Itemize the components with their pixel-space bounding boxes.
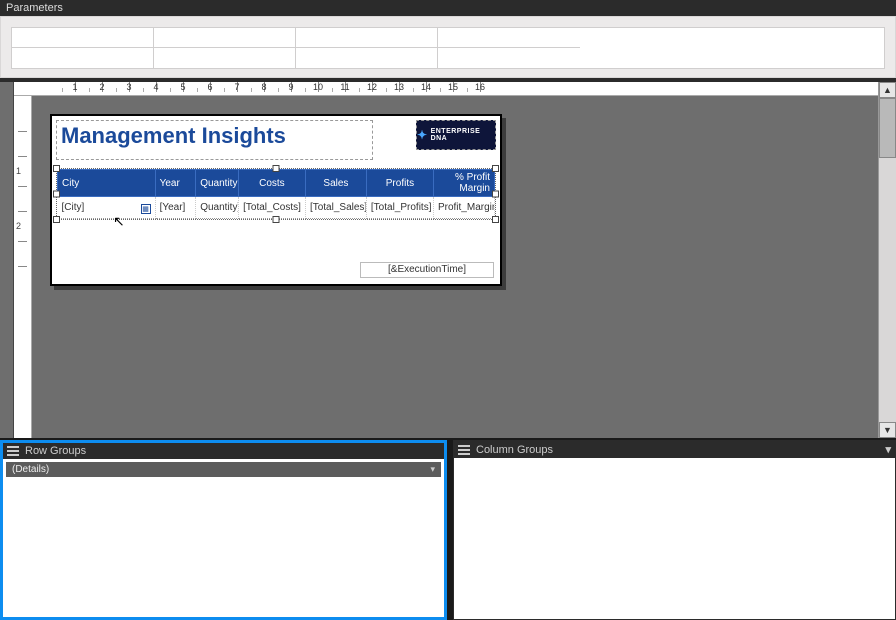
logo-text: ENTERPRISE DNA <box>431 128 495 142</box>
ruler-label: 9 <box>288 82 293 92</box>
resize-handle[interactable] <box>53 216 60 223</box>
ruler-label: 15 <box>448 82 458 92</box>
param-cell[interactable] <box>438 28 580 48</box>
row-groups-header[interactable]: Row Groups <box>3 443 444 459</box>
ruler-label: 6 <box>207 82 212 92</box>
logo-image[interactable]: ✦ ENTERPRISE DNA <box>416 120 496 150</box>
column-groups-header[interactable]: Column Groups ▾ <box>454 441 895 458</box>
parameters-title: Parameters <box>6 2 63 14</box>
ruler-label: 14 <box>421 82 431 92</box>
report-table[interactable]: City Year Quantity Costs Sales Profits %… <box>56 168 496 220</box>
resize-handle[interactable] <box>53 165 60 172</box>
collapse-icon[interactable]: ▾ <box>885 443 891 456</box>
report-body[interactable]: Management Insights ✦ ENTERPRISE DNA <box>50 114 502 286</box>
param-cell[interactable] <box>154 48 296 68</box>
table-cell[interactable]: [City] ▦ <box>58 197 156 219</box>
param-cell[interactable] <box>296 48 438 68</box>
row-groups-icon <box>7 446 19 456</box>
column-groups-icon <box>458 445 470 455</box>
scroll-thumb[interactable] <box>879 98 896 158</box>
ruler-label: 7 <box>234 82 239 92</box>
param-cell[interactable] <box>438 48 580 68</box>
parameters-panel-body <box>0 16 896 78</box>
column-groups-body[interactable] <box>454 458 895 619</box>
group-indicator-icon[interactable]: ▦ <box>141 204 151 214</box>
ruler-label: 3 <box>126 82 131 92</box>
horizontal-ruler: 12345678910111213141516 <box>14 82 878 96</box>
cell-field: [City] <box>62 202 85 213</box>
design-area: 12345678910111213141516 1 2 Management I… <box>0 82 896 438</box>
column-header[interactable]: Year <box>155 170 196 197</box>
ruler-label: 4 <box>153 82 158 92</box>
ruler-label: 10 <box>313 82 323 92</box>
row-groups-body[interactable]: (Details) ▾ <box>3 459 444 617</box>
resize-handle[interactable] <box>273 165 280 172</box>
row-groups-panel[interactable]: Row Groups (Details) ▾ <box>0 440 447 620</box>
resize-handle[interactable] <box>492 216 499 223</box>
param-cell[interactable] <box>12 48 154 68</box>
row-group-item[interactable]: (Details) ▾ <box>6 462 441 477</box>
ruler-label: 1 <box>72 82 77 92</box>
ruler-label: 16 <box>475 82 485 92</box>
param-cell[interactable] <box>154 28 296 48</box>
dropdown-icon[interactable]: ▾ <box>430 464 435 475</box>
scroll-up-button[interactable]: ▲ <box>879 82 896 98</box>
column-header[interactable]: Profits <box>366 170 433 197</box>
column-header[interactable]: Sales <box>305 170 366 197</box>
vertical-ruler: 1 2 <box>14 96 32 438</box>
table-header-row[interactable]: City Year Quantity Costs Sales Profits %… <box>58 170 495 197</box>
resize-handle[interactable] <box>273 216 280 223</box>
table-cell[interactable]: [Total_Sales] <box>305 197 366 219</box>
execution-time-textbox[interactable]: [&ExecutionTime] <box>360 262 494 278</box>
table-cell[interactable]: [Total_Profits] <box>366 197 433 219</box>
column-header[interactable]: Costs <box>238 170 305 197</box>
ruler-label: 8 <box>261 82 266 92</box>
row-groups-title: Row Groups <box>25 445 86 457</box>
resize-handle[interactable] <box>492 191 499 198</box>
scroll-track[interactable] <box>879 98 896 422</box>
resize-handle[interactable] <box>492 165 499 172</box>
ruler-label: 11 <box>340 82 349 92</box>
column-groups-panel[interactable]: Column Groups ▾ <box>453 440 896 620</box>
table-cell[interactable]: [Year] <box>155 197 196 219</box>
scroll-down-button[interactable]: ▼ <box>879 422 896 438</box>
ruler-label: 2 <box>99 82 104 92</box>
row-group-item-label: (Details) <box>12 464 49 475</box>
resize-handle[interactable] <box>53 191 60 198</box>
column-groups-title: Column Groups <box>476 444 553 456</box>
ruler-label: 13 <box>394 82 404 92</box>
table-cell[interactable]: Profit_Margin] <box>433 197 494 219</box>
parameters-grid[interactable] <box>11 27 885 69</box>
report-title-textbox[interactable]: Management Insights <box>56 120 373 160</box>
param-cell[interactable] <box>12 28 154 48</box>
param-cell[interactable] <box>296 28 438 48</box>
logo-glyph-icon: ✦ <box>417 128 428 142</box>
left-gutter <box>0 82 14 438</box>
vertical-scrollbar[interactable]: ▲ ▼ <box>878 82 896 438</box>
design-canvas[interactable]: Management Insights ✦ ENTERPRISE DNA <box>32 96 878 438</box>
parameters-panel-header[interactable]: Parameters <box>0 0 896 16</box>
column-header[interactable]: % Profit Margin <box>433 170 494 197</box>
ruler-label: 5 <box>180 82 185 92</box>
column-header[interactable]: Quantity <box>196 170 239 197</box>
column-header[interactable]: City <box>58 170 156 197</box>
table-cell[interactable]: Quantity] <box>196 197 239 219</box>
ruler-label: 12 <box>367 82 377 92</box>
